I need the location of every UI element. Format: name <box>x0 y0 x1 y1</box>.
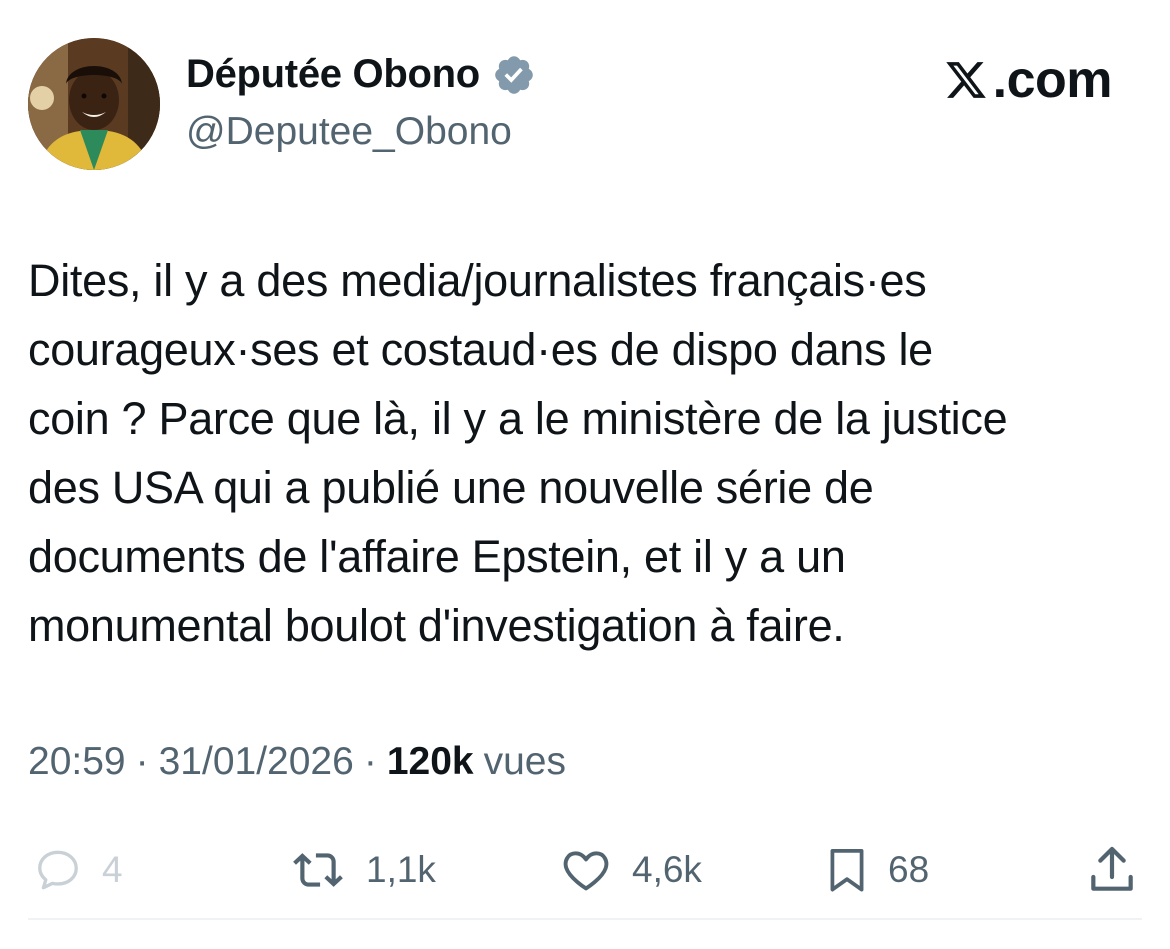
author-name-row: Députée Obono <box>186 52 536 97</box>
tweet-meta: 20:59 · 31/01/2026 · 120k vues <box>28 740 566 784</box>
tweet-date[interactable]: 31/01/2026 <box>159 740 354 784</box>
brand-label: .com <box>992 51 1113 109</box>
action-bar: 4 1,1k 4,6k 68 <box>0 835 1170 905</box>
author-handle[interactable]: @Deputee_Obono <box>186 110 512 154</box>
views-label: vues <box>483 740 566 783</box>
heart-icon <box>563 851 609 891</box>
meta-separator: · <box>135 740 149 783</box>
bookmark-button[interactable]: 68 <box>822 835 929 905</box>
author-display-name[interactable]: Députée Obono <box>186 52 480 97</box>
reply-button[interactable]: 4 <box>30 835 123 905</box>
retweet-button[interactable]: 1,1k <box>286 835 436 905</box>
avatar[interactable] <box>28 38 160 170</box>
reply-count: 4 <box>102 849 123 890</box>
tweet-time[interactable]: 20:59 <box>28 740 126 784</box>
like-count: 4,6k <box>632 849 702 890</box>
meta-separator: · <box>363 740 377 783</box>
bookmark-icon <box>830 848 864 892</box>
retweet-count: 1,1k <box>366 849 436 890</box>
like-button[interactable]: 4,6k <box>556 835 702 905</box>
tweet-text: Dites, il y a des media/journalistes fra… <box>28 255 1008 651</box>
views-count: 120k <box>386 740 474 783</box>
x-logo-icon <box>945 62 986 98</box>
bookmark-count: 68 <box>888 849 930 890</box>
brand-watermark: .com <box>943 50 1113 110</box>
bottom-divider <box>28 918 1142 920</box>
reply-icon <box>38 850 78 890</box>
profile-photo <box>28 38 160 170</box>
share-button[interactable] <box>1084 835 1140 905</box>
retweet-icon <box>293 853 343 887</box>
verified-badge-icon <box>492 53 536 97</box>
share-icon <box>1091 846 1133 891</box>
